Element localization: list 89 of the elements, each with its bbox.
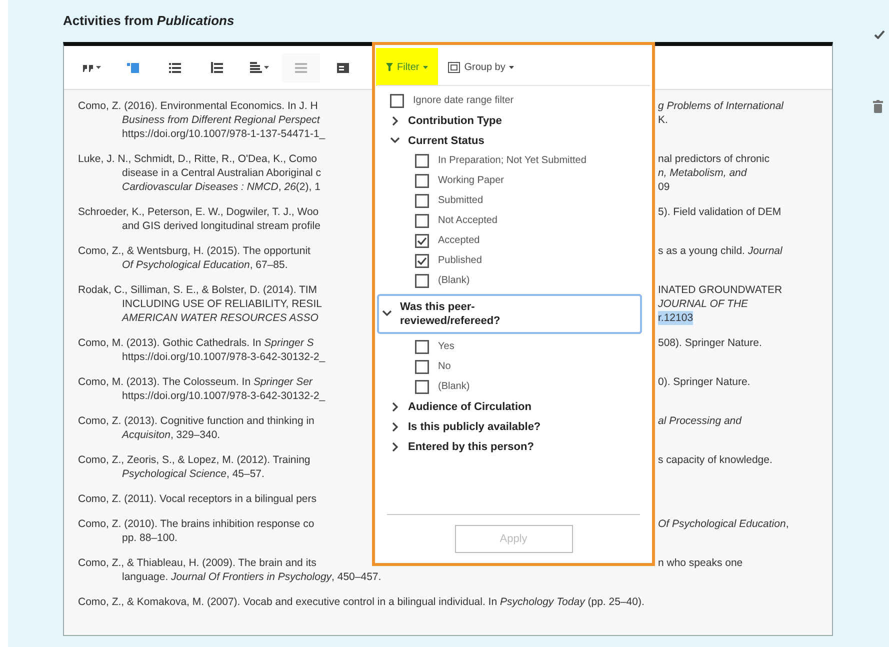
checkbox[interactable] — [415, 234, 429, 248]
checkbox[interactable] — [415, 154, 429, 168]
chevron-icon — [382, 309, 392, 319]
filter-option[interactable]: No — [385, 357, 646, 377]
citation-text: al Processing and — [658, 414, 742, 428]
checkmark-icon[interactable] — [874, 30, 885, 39]
citation-text: and GIS derived longitudinal stream profile — [122, 220, 320, 232]
filter-option[interactable]: Not Accepted — [385, 211, 646, 231]
citation-text: s as a young child. Journal — [658, 244, 782, 258]
filter-option[interactable]: In Preparation; Not Yet Submitted — [385, 151, 646, 171]
citation-text: Como, M. (2013). The Colosseum. In Springer Ser — [78, 376, 312, 388]
citation-text: Of Psychological Education, 67–85. — [122, 259, 288, 271]
citation-text: Cardiovascular Diseases : NMCD, 26(2), 1 — [122, 181, 320, 193]
filter-group-header[interactable]: Audience of Circulation — [385, 397, 646, 417]
citation-text: Rodak, C., Silliman, S. E., & Bolster, D. (2014). TIM — [78, 284, 318, 296]
selected-text: r.12103 — [658, 311, 694, 325]
citation-text: nal predictors of chronic — [658, 152, 770, 166]
citation-text: https://doi.org/10.1007/978-1-137-54471-1_ — [122, 128, 326, 140]
filter-option[interactable]: (Blank) — [385, 271, 646, 291]
checkbox[interactable] — [415, 254, 429, 268]
citation-text: K. — [658, 113, 668, 127]
filter-option[interactable]: (Blank) — [385, 377, 646, 397]
citation-text: Como, Z. (2013). Cognitive function and thinking in — [78, 415, 314, 427]
section-heading: Activities from Publications — [63, 12, 234, 30]
filter-option[interactable]: Submitted — [385, 191, 646, 211]
checkbox[interactable] — [415, 274, 429, 288]
citation-text: Como, Z. (2016). Environmental Economics. In J. H — [78, 100, 318, 112]
filter-group-header[interactable]: Contribution Type — [385, 111, 646, 131]
citation-text: INATED GROUNDWATER — [658, 283, 782, 297]
citation-text: disease in a Central Australian Aboriginal c — [122, 167, 322, 179]
filter-group-header[interactable]: Was this peer-reviewed/refereed? — [377, 294, 642, 334]
citation-text: n, Metabolism, and — [658, 166, 747, 180]
citation-text: Schroeder, K., Peterson, E. W., Dogwiler, T. J., Woo — [78, 206, 319, 218]
citation-text: 508). Springer Nature. — [658, 336, 762, 350]
citation-text: Como, Z. (2011). Vocal receptors in a bilingual pers — [78, 493, 317, 505]
citation-text: AMERICAN WATER RESOURCES ASSO — [122, 312, 318, 324]
citation-text: Como, M. (2013). Gothic Cathedrals. In Springer S — [78, 337, 314, 349]
citation-text: Como, Z., Zeoris, S., & Lopez, M. (2012). Training — [78, 454, 310, 466]
checkbox[interactable] — [415, 214, 429, 228]
filter-option[interactable]: Ignore date range filter — [385, 91, 646, 111]
caret-icon — [423, 66, 428, 68]
citation-text: 09 — [658, 180, 670, 194]
checkbox[interactable] — [415, 174, 429, 188]
citation-text: Business from Different Regional Perspect — [122, 114, 320, 126]
group-by-button[interactable]: Group by — [448, 60, 514, 74]
checkbox[interactable] — [415, 340, 429, 354]
card-icon — [337, 61, 349, 74]
caret-icon — [509, 66, 514, 68]
citation-text: language. Journal Of Frontiers in Psychology, 450–457. — [121, 570, 382, 584]
citation-text: Como, Z., & Thiableau, H. (2009). The brain and its — [78, 557, 316, 569]
align-icon — [250, 61, 262, 74]
filter-group-header[interactable]: Is this publicly available? — [385, 417, 646, 437]
checkbox[interactable] — [415, 360, 429, 374]
citation-text: Como, Z., & Komakova, M. (2007). Vocab and executive control in a bilingual individual. In Psychology Today (pp. 25–40). — [77, 595, 644, 609]
bullet-list-icon — [169, 61, 181, 74]
outdent-icon — [295, 61, 307, 74]
citation-text: Luke, J. N., Schmidt, D., Ritte, R., O'Dea, K., Como — [78, 153, 317, 165]
numbered-list-icon — [211, 61, 223, 74]
group-icon — [448, 62, 460, 72]
filter-option[interactable]: Accepted — [385, 231, 646, 251]
filter-option[interactable]: Working Paper — [385, 171, 646, 191]
filter-group-header[interactable]: Current Status — [385, 131, 646, 151]
caret-icon — [96, 66, 100, 69]
indent-icon — [127, 61, 139, 74]
citation-text: s capacity of knowledge. — [658, 453, 772, 467]
trash-icon[interactable] — [873, 100, 883, 113]
citation-text: Acquisiton, 329–340. — [122, 429, 220, 441]
citation-text: 5). Field validation of DEM — [658, 205, 782, 219]
citation-text: INCLUDING USE OF RELIABILITY, RESIL — [122, 298, 322, 310]
checkbox[interactable] — [415, 194, 429, 208]
citation-text: 0). Springer Nature. — [658, 375, 750, 389]
citation-text: pp. 88–100. — [122, 532, 178, 544]
citation-text: g Problems of International — [658, 99, 784, 113]
caret-icon — [264, 66, 268, 69]
citation-text: n who speaks one — [658, 556, 743, 570]
citation-text: https://doi.org/10.1007/978-3-642-30132-2_ — [122, 351, 326, 363]
filter-button[interactable]: Filter — [376, 48, 438, 86]
citation-text: Como, Z., & Wentsburg, H. (2015). The opportunit — [78, 245, 310, 257]
citation-text: Como, Z. (2010). The brains inhibition response co — [78, 518, 314, 530]
filter-option[interactable]: Yes — [385, 337, 646, 357]
citation-text: https://doi.org/10.1007/978-3-642-30132-2_ — [122, 390, 326, 402]
filter-icon — [386, 63, 393, 71]
filter-group-header[interactable]: Entered by this person? — [385, 437, 646, 457]
citation-text: Psychological Science, 45–57. — [122, 468, 264, 480]
citation-text: JOURNAL OF THE — [658, 297, 748, 311]
filter-option[interactable]: Published — [385, 251, 646, 271]
citation-text: Of Psychological Education, — [658, 517, 789, 531]
checkbox[interactable] — [390, 94, 404, 108]
checkbox[interactable] — [415, 380, 429, 394]
